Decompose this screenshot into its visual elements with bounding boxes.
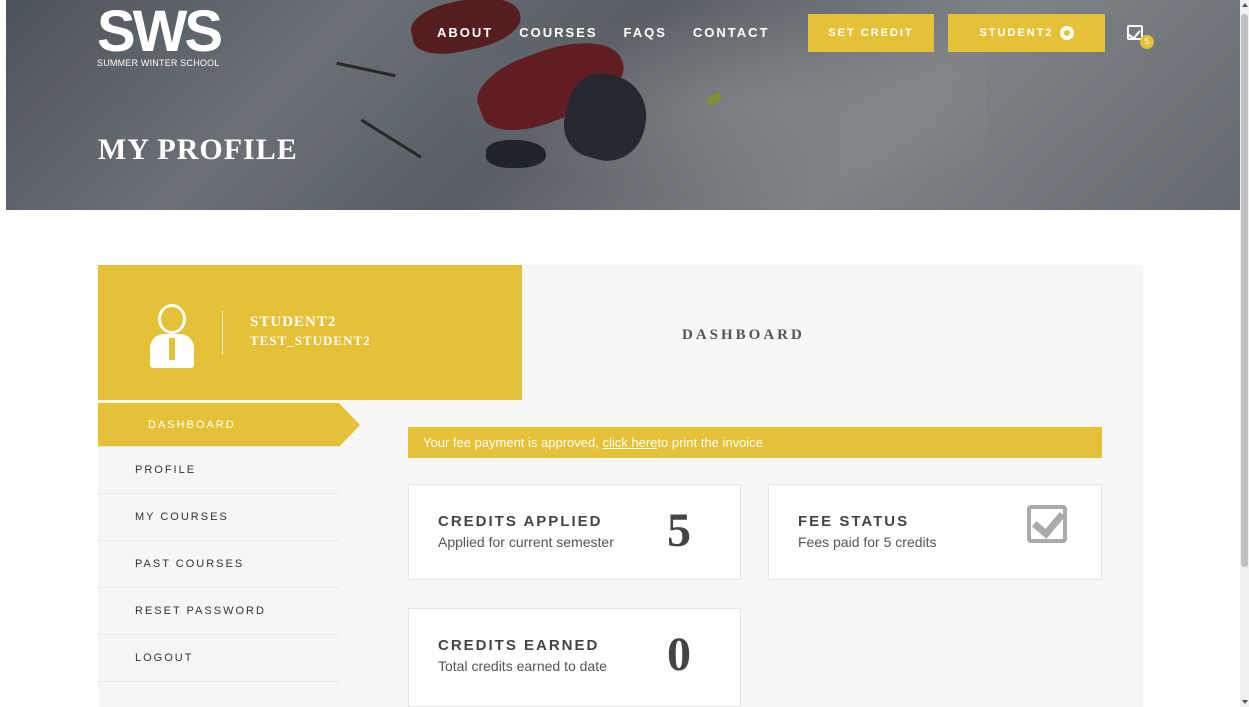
user-menu-label: STUDENT2 [979,27,1054,39]
card-title: FEE STATUS [798,513,910,530]
sidebar-item-label: RESET PASSWORD [135,605,266,617]
scroll-down-arrow-icon[interactable] [1242,700,1248,704]
main-nav: ABOUT COURSES FAQS CONTACT [437,25,770,40]
card-subtitle: Total credits earned to date [438,658,607,674]
sidebar-item-my-courses[interactable]: MY COURSES [98,494,339,541]
profile-sidebar: DASHBOARD PROFILE MY COURSES PAST COURSE… [98,403,360,682]
sidebar-item-dashboard[interactable]: DASHBOARD [98,403,360,447]
sidebar-item-past-courses[interactable]: PAST COURSES [98,541,339,588]
print-invoice-link[interactable]: click here [602,435,657,450]
check-square-icon [1027,505,1067,543]
user-username: TEST_STUDENT2 [250,333,371,348]
sidebar-item-label: DASHBOARD [148,418,236,431]
card-title: CREDITS APPLIED [438,513,603,530]
set-credit-label: SET CREDIT [828,27,914,39]
sidebar-item-profile[interactable]: PROFILE [98,447,339,494]
gear-icon [1059,26,1074,40]
scroll-up-arrow-icon[interactable] [1242,3,1248,7]
nav-courses[interactable]: COURSES [519,25,597,40]
sidebar-item-reset-password[interactable]: RESET PASSWORD [98,588,339,635]
card-title: CREDITS EARNED [438,637,600,654]
credits-applied-card: CREDITS APPLIED Applied for current seme… [408,484,741,580]
card-subtitle: Applied for current semester [438,534,614,550]
notice-text-before: Your fee payment is approved, [423,435,599,450]
section-heading: DASHBOARD [682,327,805,343]
logo-tagline: SUMMER WINTER SCHOOL [97,58,220,68]
nav-about[interactable]: ABOUT [437,25,493,40]
card-value: 5 [667,504,691,557]
page-title: MY PROFILE [98,133,298,166]
user-display-name: STUDENT2 [250,314,337,330]
card-subtitle: Fees paid for 5 credits [798,534,937,550]
sidebar-item-label: LOGOUT [135,652,194,664]
sidebar-item-label: PROFILE [135,464,197,476]
site-logo[interactable]: SWS SUMMER WINTER SCHOOL [97,0,223,69]
scrollbar-thumb[interactable] [1241,14,1248,567]
fee-approved-notice: Your fee payment is approved, click here… [408,427,1102,458]
sidebar-item-logout[interactable]: LOGOUT [98,635,339,682]
sidebar-item-label: MY COURSES [135,511,229,523]
logo-mark: SWS [97,0,223,64]
avatar-icon [148,304,196,368]
card-value: 0 [667,628,691,681]
tasks-badge: 5 [1140,35,1154,49]
sidebar-item-label: PAST COURSES [135,558,245,570]
page-scrollbar[interactable] [1240,0,1249,707]
fee-status-card: FEE STATUS Fees paid for 5 credits [768,484,1102,580]
notice-text-after: to print the invoice [657,435,763,450]
credits-earned-card: CREDITS EARNED Total credits earned to d… [408,608,741,707]
user-menu-button[interactable]: STUDENT2 [948,14,1105,52]
set-credit-button[interactable]: SET CREDIT [808,14,934,52]
nav-contact[interactable]: CONTACT [693,25,770,40]
nav-faqs[interactable]: FAQS [624,25,667,40]
user-card-divider [222,311,223,355]
